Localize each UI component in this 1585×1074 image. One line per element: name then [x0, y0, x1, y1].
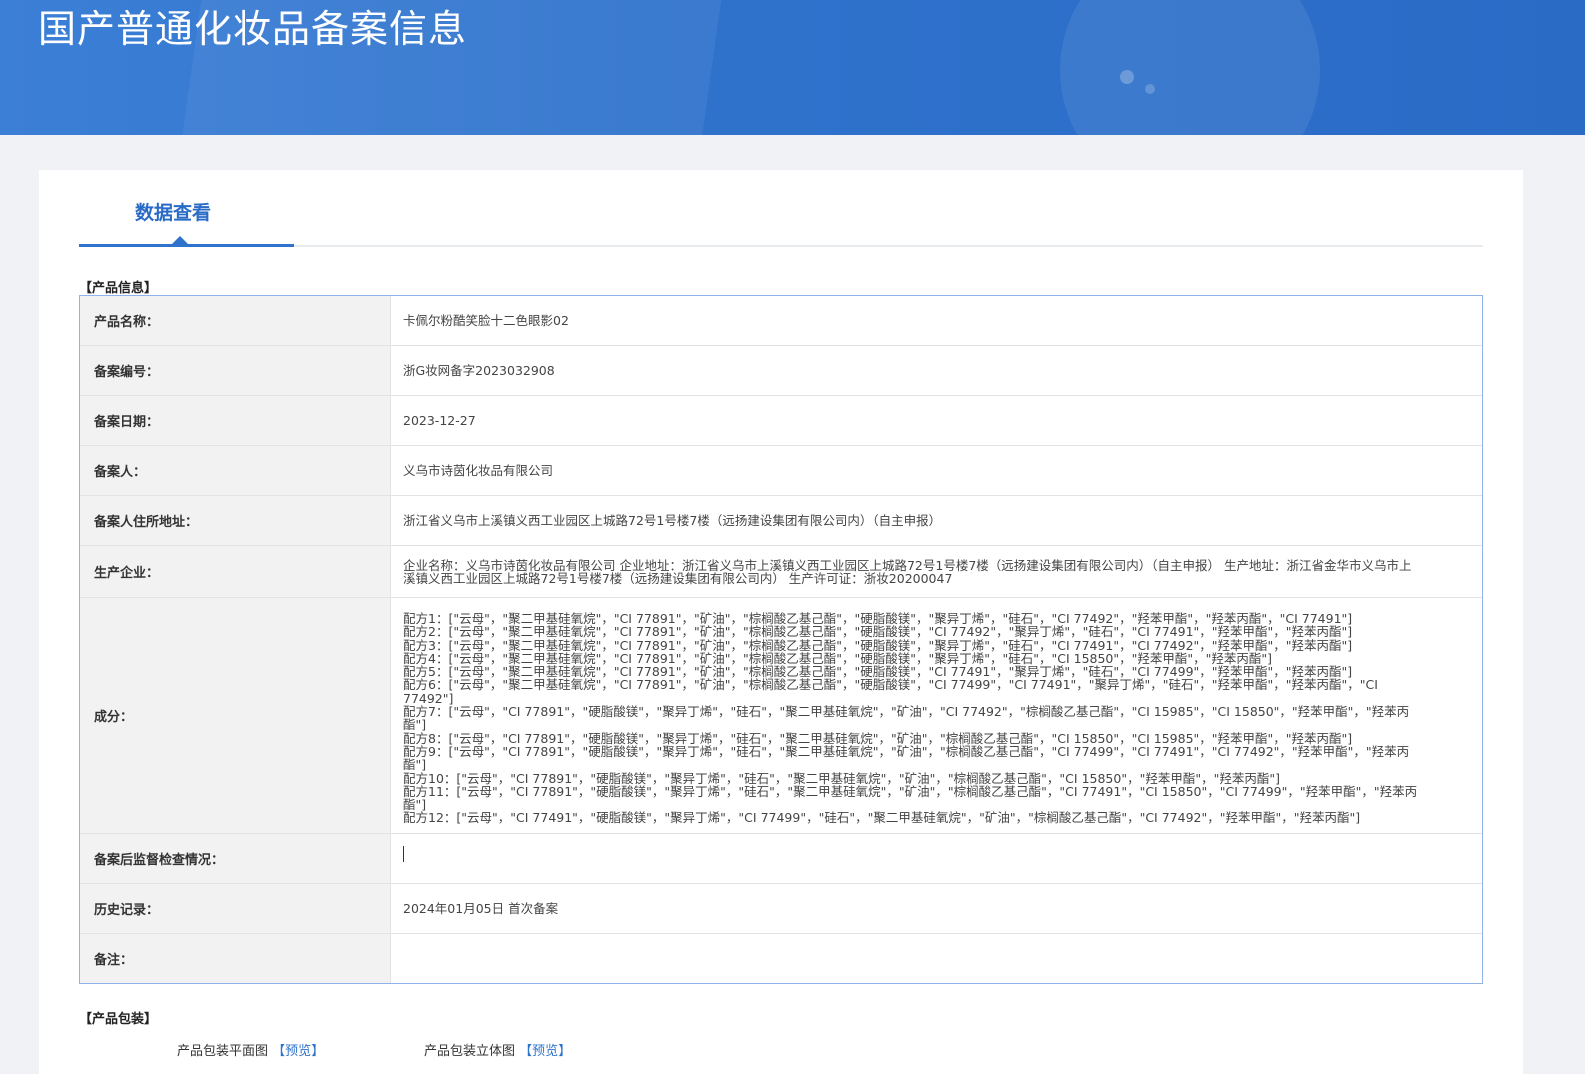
banner-decoration: [1120, 70, 1134, 84]
formula-line: 配方7：["云母"，"CI 77891"，"硬脂酸镁"，"聚异丁烯"，"硅石"，…: [403, 704, 1410, 733]
formula-line: 配方1：["云母"，"聚二甲基硅氧烷"，"CI 77891"，"矿油"，"棕榈酸…: [403, 611, 1353, 626]
ingredients-list: 配方1：["云母"，"聚二甲基硅氧烷"，"CI 77891"，"矿油"，"棕榈酸…: [391, 598, 1482, 833]
packaging-flat-item: 产品包装平面图 【预览】: [177, 1040, 324, 1059]
table-row-remarks: 备注：: [80, 934, 1482, 983]
row-value: 义乌市诗茵化妆品有限公司: [403, 463, 554, 478]
text-cursor: [403, 845, 404, 862]
tab-caret-icon: [172, 236, 188, 244]
row-value: 企业名称：义乌市诗茵化妆品有限公司 企业地址：浙江省义乌市上溪镇义西工业园区上城…: [403, 557, 1412, 586]
row-label: 历史记录：: [80, 884, 391, 933]
formula-line: 配方11：["云母"，"CI 77891"，"硬脂酸镁"，"聚异丁烯"，"硅石"…: [403, 783, 1418, 813]
packaging-stereo-label: 产品包装立体图: [424, 1044, 516, 1059]
row-label: 备注：: [80, 934, 391, 983]
formula-line: 配方8：["云母"，"CI 77891"，"硬脂酸镁"，"聚异丁烯"，"硅石"，…: [403, 730, 1353, 746]
row-value: 浙G妆网备字2023032908: [403, 363, 555, 378]
row-value: [391, 934, 1482, 983]
formula-line: 配方5：["云母"，"聚二甲基硅氧烷"，"CI 77891"，"矿油"，"棕榈酸…: [403, 664, 1353, 680]
packaging-flat-label: 产品包装平面图: [177, 1044, 269, 1059]
preview-stereo-link[interactable]: 【预览】: [519, 1044, 571, 1059]
row-value: 2023-12-27: [403, 413, 476, 428]
tab-data-view[interactable]: 数据查看: [135, 198, 211, 225]
tab-active-indicator: [79, 244, 294, 247]
packaging-stereo-item: 产品包装立体图 【预览】: [424, 1040, 571, 1059]
banner-decoration: [1145, 84, 1155, 94]
tab-bar: 数据查看: [79, 170, 1483, 247]
row-value: 浙江省义乌市上溪镇义西工业园区上城路72号1号楼7楼（远扬建设集团有限公司内）（…: [403, 513, 942, 528]
table-row-record-date: 备案日期： 2023-12-27: [80, 396, 1482, 446]
row-value: 2024年01月05日 首次备案: [403, 901, 559, 916]
preview-flat-link[interactable]: 【预览】: [272, 1044, 324, 1059]
table-row-record-number: 备案编号： 浙G妆网备字2023032908: [80, 346, 1482, 396]
formula-line: 配方2：["云母"，"聚二甲基硅氧烷"，"CI 77891"，"矿油"，"棕榈酸…: [403, 624, 1353, 640]
row-label: 备案编号：: [80, 346, 391, 395]
formula-line: 配方12：["云母"，"CI 77491"，"硬脂酸镁"，"聚异丁烯"，"CI …: [403, 810, 1361, 826]
row-label: 备案人：: [80, 446, 391, 495]
content-card: 数据查看 【产品信息】 产品名称： 卡佩尔粉酷笑脸十二色眼影02 备案编号： 浙…: [39, 170, 1523, 1074]
row-label: 备案人住所地址：: [80, 496, 391, 545]
row-value: 卡佩尔粉酷笑脸十二色眼影02: [403, 313, 569, 328]
table-row-ingredients: 成分： 配方1：["云母"，"聚二甲基硅氧烷"，"CI 77891"，"矿油"，…: [80, 598, 1482, 834]
table-row-registrant-address: 备案人住所地址： 浙江省义乌市上溪镇义西工业园区上城路72号1号楼7楼（远扬建设…: [80, 496, 1482, 546]
formula-line: 配方10：["云母"，"CI 77891"，"硬脂酸镁"，"聚异丁烯"，"硅石"…: [403, 770, 1280, 786]
page-title: 国产普通化妆品备案信息: [38, 7, 468, 51]
row-label: 产品名称：: [80, 296, 391, 345]
table-row-product-name: 产品名称： 卡佩尔粉酷笑脸十二色眼影02: [80, 296, 1482, 346]
table-row-post-inspection: 备案后监督检查情况：: [80, 834, 1482, 884]
header-banner: 国产普通化妆品备案信息: [0, 0, 1585, 135]
formula-line: 配方6：["云母"，"聚二甲基硅氧烷"，"CI 77891"，"矿油"，"棕榈酸…: [403, 677, 1378, 706]
section-title-product-info: 【产品信息】: [79, 281, 158, 296]
formula-line: 配方3：["云母"，"聚二甲基硅氧烷"，"CI 77891"，"矿油"，"棕榈酸…: [403, 637, 1353, 653]
row-label: 备案日期：: [80, 396, 391, 445]
formula-line: 配方9：["云母"，"CI 77891"，"硬脂酸镁"，"聚异丁烯"，"硅石"，…: [403, 743, 1410, 773]
table-row-manufacturer: 生产企业： 企业名称：义乌市诗茵化妆品有限公司 企业地址：浙江省义乌市上溪镇义西…: [80, 546, 1482, 598]
table-row-registrant: 备案人： 义乌市诗茵化妆品有限公司: [80, 446, 1482, 496]
row-label: 生产企业：: [80, 546, 391, 597]
table-row-history: 历史记录： 2024年01月05日 首次备案: [80, 884, 1482, 934]
row-value: [391, 834, 1482, 883]
formula-line: 配方4：["云母"，"聚二甲基硅氧烷"，"CI 77891"，"矿油"，"棕榈酸…: [403, 650, 1273, 666]
banner-decoration: [1060, 0, 1320, 135]
row-label: 备案后监督检查情况：: [80, 834, 391, 883]
row-label: 成分：: [80, 598, 391, 833]
product-info-table: 产品名称： 卡佩尔粉酷笑脸十二色眼影02 备案编号： 浙G妆网备字2023032…: [79, 295, 1483, 984]
section-title-packaging: 【产品包装】: [79, 1012, 158, 1027]
